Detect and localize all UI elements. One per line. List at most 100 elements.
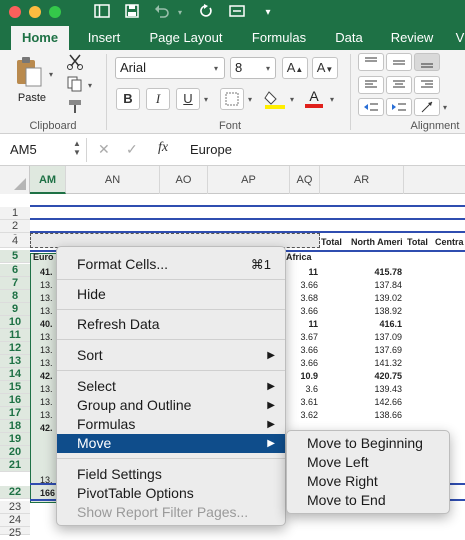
save-icon[interactable]: [123, 4, 141, 22]
select-all-corner[interactable]: [0, 166, 30, 194]
tab-formulas[interactable]: Formulas: [244, 26, 314, 50]
tab-home[interactable]: Home: [11, 26, 69, 50]
row-header[interactable]: 5: [0, 250, 30, 263]
underline-button[interactable]: U: [176, 88, 200, 110]
font-name-dropdown-icon[interactable]: ▾: [214, 64, 218, 73]
enter-icon[interactable]: ✓: [126, 141, 138, 158]
underline-dropdown-icon[interactable]: ▾: [204, 95, 208, 104]
formula-input[interactable]: Europe: [190, 142, 232, 157]
paste-dropdown-icon[interactable]: ▾: [49, 70, 53, 79]
minimize-window-button[interactable]: [29, 6, 41, 18]
submenu-item-move-to-end[interactable]: Move to End: [287, 491, 449, 510]
zoom-window-button[interactable]: [49, 6, 61, 18]
align-left-icon[interactable]: [358, 76, 384, 94]
submenu-item-move-to-beginning[interactable]: Move to Beginning: [287, 434, 449, 453]
fill-color-icon[interactable]: [263, 88, 287, 110]
cancel-icon[interactable]: ✕: [98, 141, 110, 158]
row-header[interactable]: 13: [0, 355, 30, 368]
redo-icon[interactable]: [197, 4, 215, 22]
row-header[interactable]: 25: [0, 527, 30, 539]
menu-item-group-and-outline[interactable]: Group and Outline ▶: [57, 396, 285, 415]
cut-icon[interactable]: [66, 54, 84, 70]
copy-icon[interactable]: [66, 76, 84, 92]
row-header[interactable]: 8: [0, 290, 30, 303]
row-header[interactable]: 24: [0, 514, 30, 527]
borders-icon[interactable]: [220, 88, 244, 110]
name-box[interactable]: AM5: [10, 142, 70, 157]
align-center-icon[interactable]: [386, 76, 412, 94]
column-header-as[interactable]: [404, 166, 465, 194]
tab-review[interactable]: Review: [381, 26, 443, 50]
fill-color-dropdown-icon[interactable]: ▾: [290, 95, 294, 104]
row-header[interactable]: 12: [0, 342, 30, 355]
row-header[interactable]: 14: [0, 368, 30, 381]
row-header[interactable]: 10: [0, 316, 30, 329]
grow-font-button[interactable]: A▲: [282, 57, 308, 79]
row-header[interactable]: 19: [0, 433, 30, 446]
submenu-item-move-left[interactable]: Move Left: [287, 453, 449, 472]
orientation-dropdown-icon[interactable]: ▾: [443, 103, 447, 112]
menu-item-move[interactable]: Move ▶: [57, 434, 285, 453]
font-name-field[interactable]: Arial: [115, 57, 225, 79]
font-size-dropdown-icon[interactable]: ▾: [266, 64, 270, 73]
submenu-item-move-right[interactable]: Move Right: [287, 472, 449, 491]
menu-item-select[interactable]: Select ▶: [57, 377, 285, 396]
column-header-ap[interactable]: AP: [208, 166, 290, 194]
row-header[interactable]: 18: [0, 420, 30, 433]
format-painter-icon[interactable]: [66, 98, 84, 114]
menu-item-sort[interactable]: Sort ▶: [57, 346, 285, 365]
row-header[interactable]: 17: [0, 407, 30, 420]
align-middle-icon[interactable]: [386, 53, 412, 71]
insert-function-icon[interactable]: fx: [158, 140, 168, 156]
close-window-button[interactable]: [9, 6, 21, 18]
italic-button[interactable]: I: [146, 88, 170, 110]
row-header[interactable]: 11: [0, 329, 30, 342]
decrease-indent-icon[interactable]: [358, 98, 384, 116]
font-color-icon[interactable]: A: [302, 88, 326, 110]
menu-item-pivottable-options[interactable]: PivotTable Options: [57, 484, 285, 503]
name-box-stepper-icon[interactable]: ▲ ▼: [73, 139, 81, 157]
tab-insert[interactable]: Insert: [75, 26, 133, 50]
undo-icon[interactable]: [153, 4, 171, 22]
column-header-ao[interactable]: AO: [160, 166, 208, 194]
menu-item-format-cells[interactable]: Format Cells... ⌘1: [57, 255, 285, 274]
row-header[interactable]: 1: [0, 207, 30, 220]
row-header[interactable]: 22: [0, 486, 30, 499]
menu-item-formulas[interactable]: Formulas ▶: [57, 415, 285, 434]
column-header-am[interactable]: AM: [30, 166, 66, 194]
column-header-an[interactable]: AN: [66, 166, 160, 194]
row-header[interactable]: 7: [0, 277, 30, 290]
row-header[interactable]: 15: [0, 381, 30, 394]
row-header[interactable]: 9: [0, 303, 30, 316]
tab-page-layout[interactable]: Page Layout: [141, 26, 231, 50]
shrink-font-button[interactable]: A▼: [312, 57, 338, 79]
menu-item-hide[interactable]: Hide: [57, 285, 285, 304]
align-top-icon[interactable]: [358, 53, 384, 71]
align-bottom-icon[interactable]: [414, 53, 440, 71]
align-right-icon[interactable]: [414, 76, 440, 94]
row-header[interactable]: 2: [0, 220, 30, 233]
orientation-icon[interactable]: [414, 98, 440, 116]
row-header[interactable]: 4: [0, 235, 30, 248]
row-header[interactable]: 20: [0, 446, 30, 459]
row-header[interactable]: 23: [0, 501, 30, 514]
bold-button[interactable]: B: [116, 88, 140, 110]
undo-dropdown-icon[interactable]: ▾: [171, 4, 189, 22]
column-header-aq[interactable]: AQ: [290, 166, 320, 194]
tab-data[interactable]: Data: [326, 26, 372, 50]
row-header[interactable]: 21: [0, 459, 30, 472]
borders-dropdown-icon[interactable]: ▾: [248, 95, 252, 104]
increase-indent-icon[interactable]: [386, 98, 412, 116]
font-color-dropdown-icon[interactable]: ▾: [330, 95, 334, 104]
customize-dropdown-icon[interactable]: ▾: [259, 4, 277, 22]
menu-item-field-settings[interactable]: Field Settings: [57, 465, 285, 484]
paste-icon[interactable]: [14, 56, 44, 88]
row-header[interactable]: 16: [0, 394, 30, 407]
copy-dropdown-icon[interactable]: ▾: [88, 81, 92, 90]
print-preview-icon[interactable]: [228, 4, 246, 22]
sidebar-icon[interactable]: [93, 4, 111, 22]
menu-item-refresh-data[interactable]: Refresh Data: [57, 315, 285, 334]
column-header-ar[interactable]: AR: [320, 166, 404, 194]
tab-view[interactable]: V: [453, 26, 465, 50]
row-header[interactable]: 6: [0, 264, 30, 277]
